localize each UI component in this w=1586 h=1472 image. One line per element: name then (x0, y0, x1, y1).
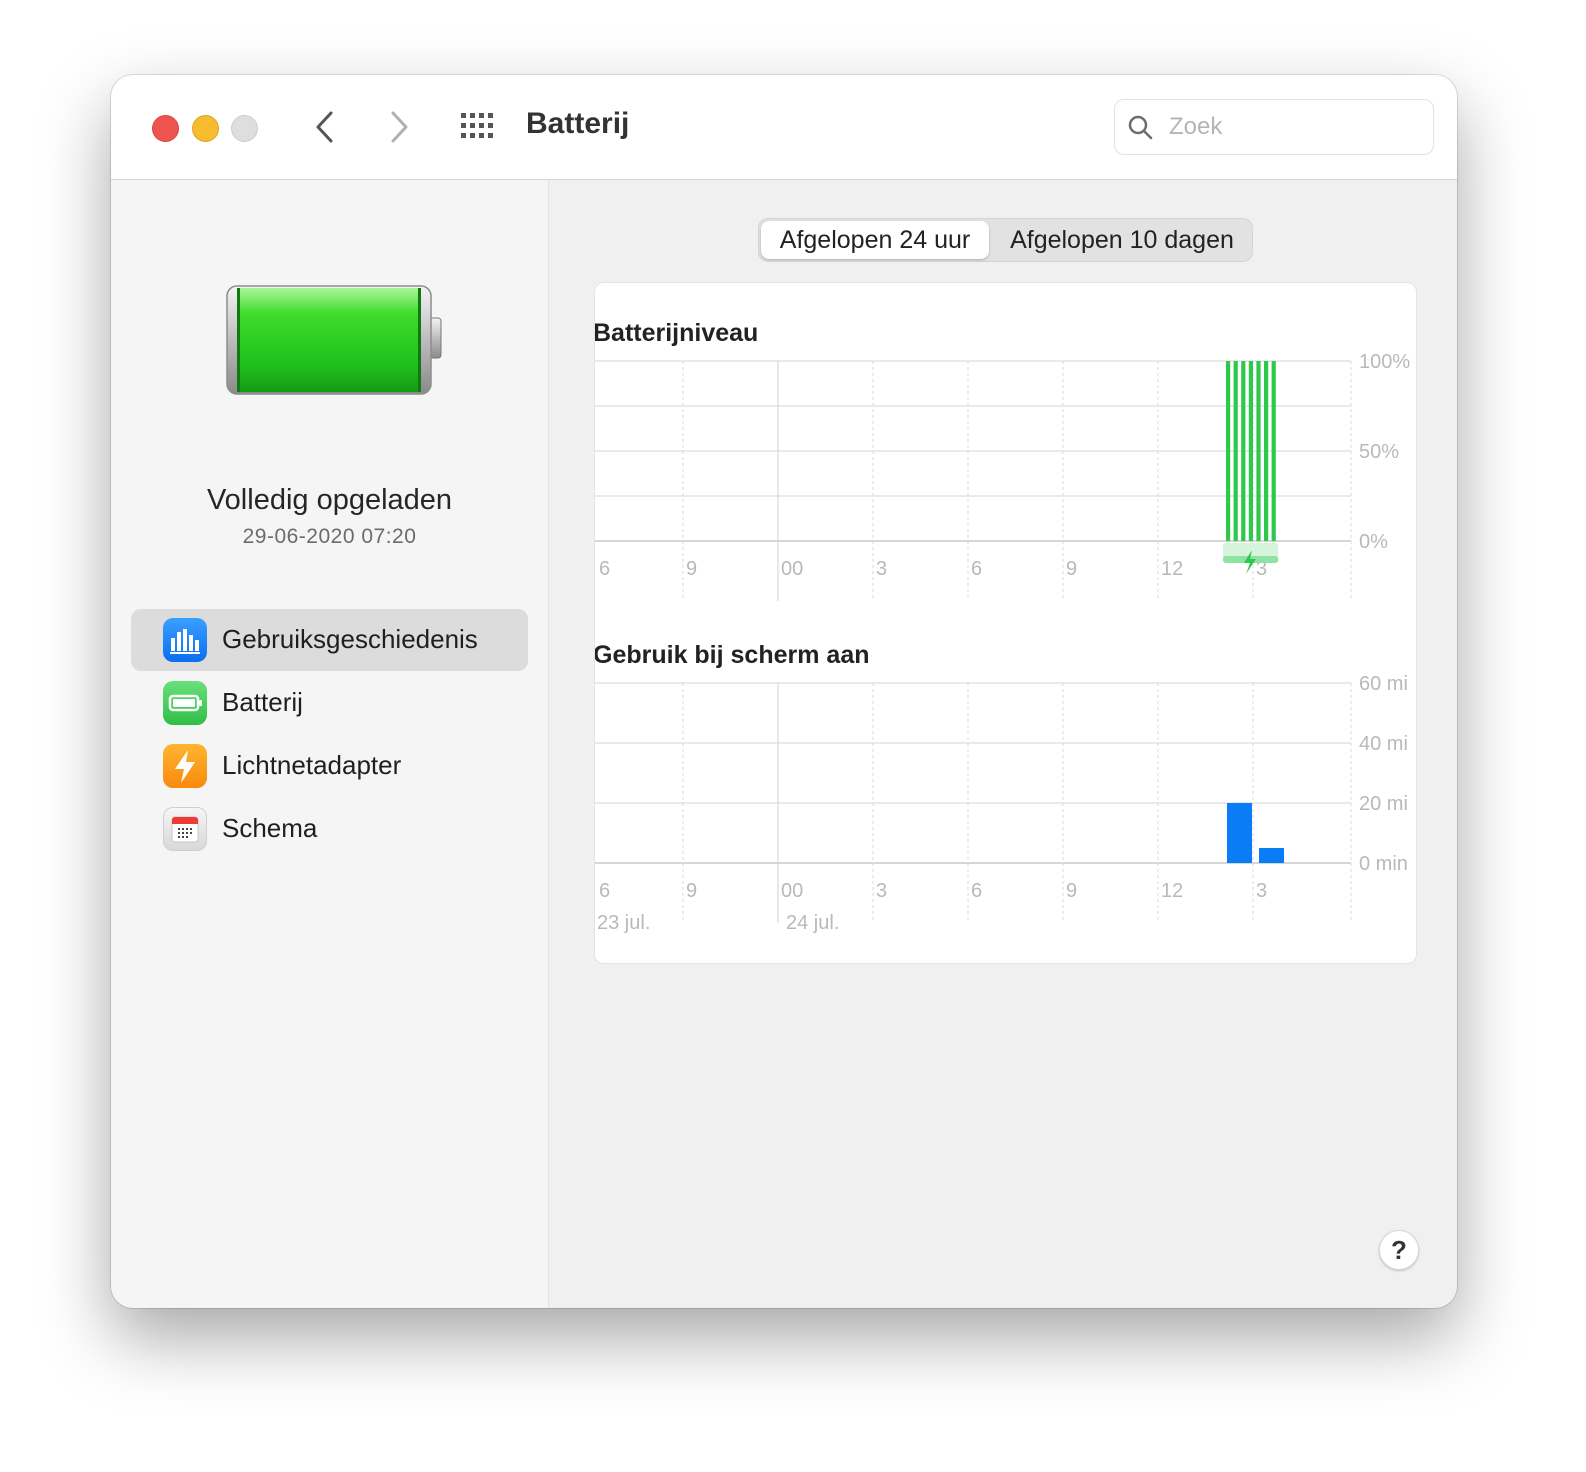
y-tick-label: 0 min (1359, 853, 1408, 875)
x-tick-label: 9 (1066, 558, 1077, 580)
y-tick-label: 60 mi (1359, 675, 1408, 695)
calendar-icon (163, 807, 207, 851)
y-tick-label: 100% (1359, 353, 1410, 373)
date-label: 24 jul. (786, 912, 839, 934)
battery-full-icon (226, 285, 442, 395)
help-button[interactable]: ? (1379, 1230, 1419, 1270)
x-tick-label: 9 (686, 558, 697, 580)
zoom-button[interactable] (231, 115, 258, 142)
sidebar-item-batterij[interactable]: Batterij (131, 672, 528, 734)
battery-level-chart-title: Batterijniveau (594, 319, 759, 347)
x-tick-label: 12 (1161, 558, 1183, 580)
battery-level-bar (1226, 361, 1231, 541)
y-tick-label: 40 mi (1359, 733, 1408, 755)
sidebar-item-label: Batterij (222, 687, 303, 717)
settings-window: Batterij Volledig opg (111, 75, 1457, 1308)
x-tick-label: 9 (686, 880, 697, 902)
battery-level-bar (1233, 361, 1238, 541)
battery-level-bar (1271, 361, 1276, 541)
sidebar-item-label: Gebruiksgeschiedenis (222, 624, 478, 654)
x-tick-label: 00 (781, 558, 803, 580)
x-tick-label: 6 (971, 880, 982, 902)
back-icon[interactable] (311, 109, 341, 145)
sidebar-item-schema[interactable]: Schema (131, 798, 528, 860)
battery-icon (163, 681, 207, 725)
bolt-icon (163, 744, 207, 788)
close-button[interactable] (152, 115, 179, 142)
x-tick-label: 3 (1256, 880, 1267, 902)
grid-icon[interactable] (459, 111, 499, 141)
minimize-button[interactable] (192, 115, 219, 142)
screen-usage-bar (1227, 803, 1252, 863)
window-title: Batterij (526, 107, 630, 140)
y-tick-label: 0% (1359, 531, 1388, 553)
y-tick-label: 50% (1359, 441, 1399, 463)
y-tick-label: 20 mi (1359, 793, 1408, 815)
x-tick-label: 6 (599, 880, 610, 902)
sidebar-item-gebruiksgeschiedenis[interactable]: Gebruiksgeschiedenis (131, 609, 528, 671)
battery-level-bar (1241, 361, 1246, 541)
sidebar-item-label: Schema (222, 813, 318, 843)
x-tick-label: 3 (876, 558, 887, 580)
x-tick-label: 9 (1066, 880, 1077, 902)
battery-level-chart: 6 9 00 3 6 9 12 3100%50%0% (595, 353, 1410, 601)
period-segmented-control: Afgelopen 24 uur Afgelopen 10 dagen (758, 218, 1253, 262)
screen-usage-bar (1259, 848, 1284, 863)
segment-24-hours[interactable]: Afgelopen 24 uur (761, 221, 989, 259)
sidebar-item-label: Lichtnetadapter (222, 750, 402, 780)
x-tick-label: 6 (971, 558, 982, 580)
battery-level-bar (1264, 361, 1269, 541)
battery-status-date: 29-06-2020 07:20 (242, 525, 417, 548)
title-bar: Batterij (111, 75, 1457, 180)
search-field[interactable] (1114, 99, 1434, 155)
forward-icon[interactable] (383, 109, 413, 145)
x-tick-label: 3 (876, 880, 887, 902)
search-icon (1128, 115, 1153, 140)
bar-chart-icon (163, 618, 207, 662)
sidebar: Volledig opgeladen 29-06-2020 07:20 Gebr… (111, 180, 549, 1308)
date-label: 23 jul. (597, 912, 650, 934)
screen-usage-chart: 6 9 00 3 6 9 12 3 60 mi 40 mi 20 mi 0 min 23 jul. 24 … (595, 675, 1408, 934)
battery-level-bar (1256, 361, 1261, 541)
segment-10-days[interactable]: Afgelopen 10 dagen (992, 219, 1252, 261)
search-input[interactable] (1167, 110, 1421, 144)
screen-usage-chart-title: Gebruik bij scherm aan (594, 641, 870, 669)
x-tick-label: 12 (1161, 880, 1183, 902)
sidebar-item-lichtnetadapter[interactable]: Lichtnetadapter (131, 735, 528, 797)
battery-level-bar (1248, 361, 1253, 541)
charts-card: Batterijniveau 6 9 00 3 6 9 12 3 100% 50% 0% Gebru… (594, 282, 1417, 964)
x-tick-label: 00 (781, 880, 803, 902)
x-tick-label: 6 (599, 558, 610, 580)
battery-status-title: Volledig opgeladen (206, 484, 453, 516)
